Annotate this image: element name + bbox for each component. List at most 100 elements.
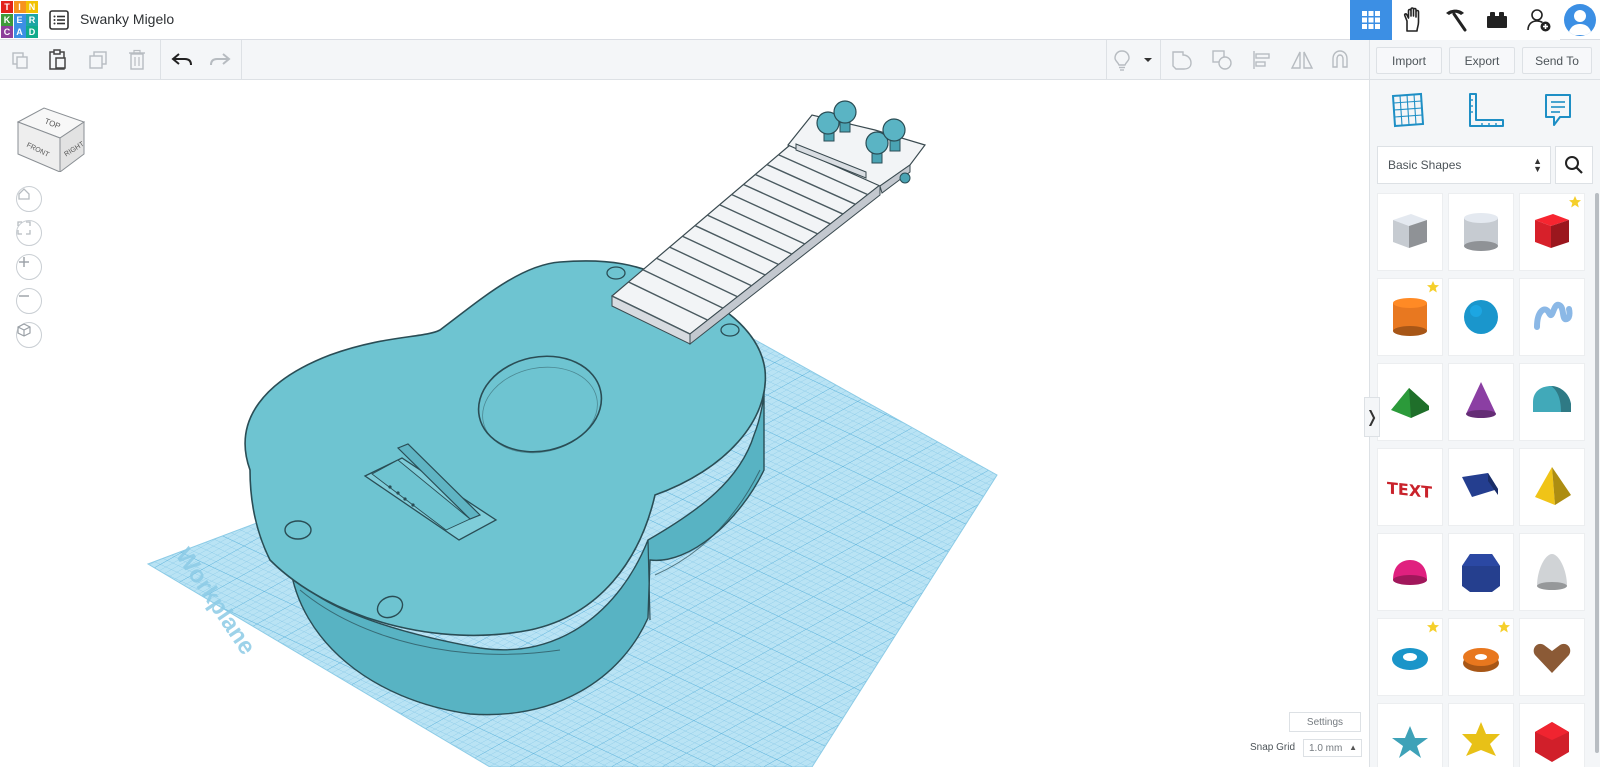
add-user-icon — [1527, 9, 1551, 32]
logo-letter: A — [13, 26, 26, 38]
cruise-button[interactable] — [1324, 44, 1356, 76]
light-bulb-button[interactable] — [1106, 44, 1138, 76]
shape-preview — [1534, 301, 1573, 330]
copy-button[interactable] — [4, 44, 36, 76]
invite-people-button[interactable] — [1518, 0, 1560, 40]
brick-icon — [1487, 12, 1507, 28]
shape-tile-box[interactable] — [1519, 193, 1585, 271]
export-button[interactable]: Export — [1449, 47, 1515, 74]
group-button[interactable] — [1166, 44, 1198, 76]
grid-icon — [1362, 11, 1380, 29]
light-dropdown-button[interactable] — [1136, 44, 1160, 76]
user-avatar[interactable] — [1560, 0, 1600, 40]
shape-tile-star[interactable] — [1377, 703, 1443, 767]
shape-tile-cone[interactable] — [1448, 363, 1514, 441]
document-title[interactable]: Swanky Migelo — [80, 11, 174, 27]
toolbar-divider — [1369, 40, 1370, 80]
favorite-star — [1426, 280, 1440, 299]
view-cube[interactable]: TOP FRONT RIGHT — [14, 94, 90, 172]
shape-preview: TEXT — [1387, 478, 1432, 502]
shape-search-button[interactable] — [1555, 146, 1593, 184]
minus-icon — [19, 295, 29, 297]
shape-tile-wedge[interactable] — [1448, 448, 1514, 526]
shape-tile-roof[interactable] — [1377, 363, 1443, 441]
logo-letter: C — [1, 26, 13, 38]
shape-tile-paraboloid[interactable] — [1519, 533, 1585, 611]
scene: Workplane — [146, 100, 998, 767]
align-icon — [1253, 51, 1270, 69]
ruler-tool-button[interactable] — [1464, 88, 1508, 132]
shape-preview — [1466, 382, 1496, 418]
perspective-button[interactable] — [16, 322, 42, 348]
shape-category-select[interactable]: Basic Shapes ▲ ▼ — [1377, 146, 1551, 184]
shape-tile-polygon[interactable] — [1448, 533, 1514, 611]
shape-tile-icosahedron[interactable] — [1519, 703, 1585, 767]
shape-tile-scribble[interactable] — [1519, 278, 1585, 356]
shape-preview — [1462, 722, 1500, 756]
shape-tile-round-roof[interactable] — [1519, 363, 1585, 441]
light-bulb-icon — [1114, 50, 1130, 71]
toolbar-divider — [241, 40, 242, 80]
shape-preview — [1533, 643, 1571, 673]
3d-viewport[interactable]: Workplane TOP FRONT RIGHT — [0, 80, 1369, 767]
design-menu-button[interactable] — [48, 9, 70, 31]
shape-tile-cylinder[interactable] — [1377, 278, 1443, 356]
tinkercad-logo[interactable]: TIN KER CAD — [1, 1, 38, 38]
shape-preview — [1462, 473, 1498, 497]
codeblocks-button[interactable] — [1434, 0, 1476, 40]
shape-tile-text[interactable]: TEXT — [1377, 448, 1443, 526]
collapse-panel-button[interactable]: ❭ — [1364, 397, 1380, 437]
send-to-button[interactable]: Send To — [1522, 47, 1592, 74]
shapes-panel: Basic Shapes ▲ ▼ TEXT — [1369, 80, 1600, 767]
paste-icon — [49, 49, 66, 70]
workplane-tool-button[interactable] — [1385, 88, 1429, 132]
zoom-out-button[interactable] — [16, 288, 42, 314]
notes-tool-button[interactable] — [1536, 88, 1580, 132]
logo-letter: D — [26, 26, 38, 38]
shape-tile-star-six[interactable] — [1448, 703, 1514, 767]
fit-view-button[interactable] — [16, 220, 42, 246]
toolbar-divider — [160, 40, 161, 80]
shape-tile-heart[interactable] — [1519, 618, 1585, 696]
redo-icon — [210, 53, 231, 66]
delete-button[interactable] — [121, 44, 153, 76]
panel-scrollbar[interactable] — [1595, 193, 1599, 753]
shape-preview — [1464, 213, 1498, 251]
shape-preview — [1535, 467, 1571, 505]
shape-preview — [1535, 722, 1569, 762]
ungroup-button[interactable] — [1206, 44, 1238, 76]
shape-tile-pyramid[interactable] — [1519, 448, 1585, 526]
copy-icon — [12, 52, 28, 69]
shape-tile-cylinder-hole[interactable] — [1448, 193, 1514, 271]
shape-preview — [1392, 726, 1428, 758]
bricks-button[interactable] — [1476, 0, 1518, 40]
glove-icon — [1403, 7, 1420, 32]
home-view-button[interactable] — [16, 186, 42, 212]
shape-tile-half-sphere[interactable] — [1377, 533, 1443, 611]
chevron-right-icon: ❭ — [1365, 409, 1379, 426]
zoom-in-button[interactable] — [16, 254, 42, 280]
magnet-icon — [1332, 50, 1348, 68]
updown-arrows-icon: ▲ ▼ — [1533, 156, 1542, 174]
circuits-button[interactable] — [1392, 0, 1434, 40]
snap-grid-select[interactable]: 1.0 mm ▲ — [1303, 739, 1362, 757]
import-button[interactable]: Import — [1376, 47, 1442, 74]
favorite-star — [1497, 620, 1511, 639]
cube-icon — [17, 323, 31, 337]
settings-button[interactable]: Settings — [1289, 712, 1361, 732]
list-icon — [49, 10, 69, 30]
shape-tile-sphere[interactable] — [1448, 278, 1514, 356]
mirror-icon — [1290, 51, 1314, 69]
shape-tile-torus[interactable] — [1377, 618, 1443, 696]
duplicate-button[interactable] — [82, 44, 114, 76]
align-button[interactable] — [1246, 44, 1278, 76]
shape-tile-tube[interactable] — [1448, 618, 1514, 696]
shape-tile-box-hole[interactable] — [1377, 193, 1443, 271]
search-icon — [1565, 156, 1583, 174]
paste-button[interactable] — [42, 44, 74, 76]
mirror-button[interactable] — [1286, 44, 1318, 76]
redo-button[interactable] — [204, 44, 236, 76]
shape-preview — [1393, 214, 1427, 248]
3d-design-view-button[interactable] — [1350, 0, 1392, 40]
undo-button[interactable] — [166, 44, 198, 76]
